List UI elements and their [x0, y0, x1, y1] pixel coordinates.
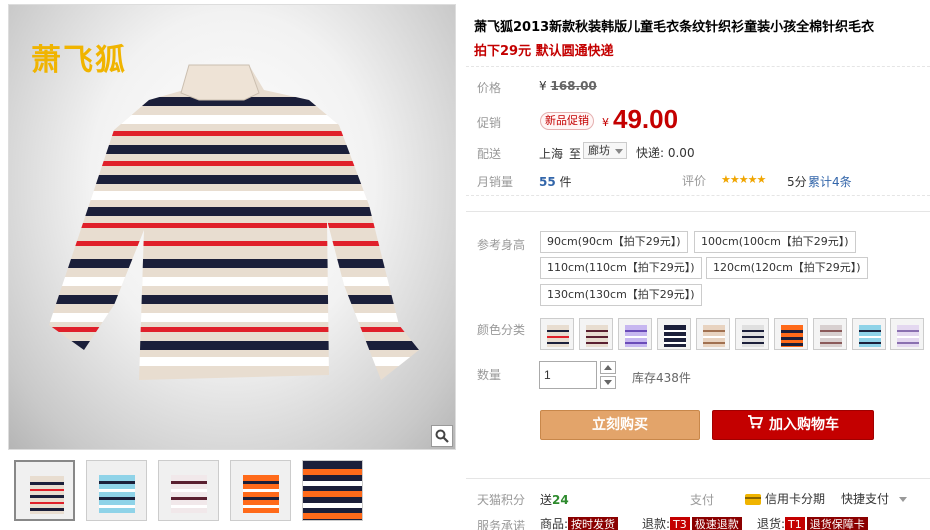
zoom-icon[interactable]: [431, 425, 453, 447]
pay-label: 支付: [690, 493, 715, 507]
price-label: 价格: [477, 81, 502, 95]
points-value: 24: [552, 493, 569, 507]
brand-logo: 萧飞狐: [31, 43, 127, 78]
refund-label: 退款:: [642, 517, 671, 530]
thumbnail-4[interactable]: [230, 460, 291, 521]
add-to-cart-button[interactable]: 加入购物车: [712, 410, 874, 440]
service-return: 退货: T1 退货保障卡: [757, 515, 870, 530]
divider: [466, 211, 930, 212]
quick-pay-dropdown[interactable]: 快捷支付: [841, 490, 908, 507]
credit-installment[interactable]: 信用卡分期: [745, 490, 825, 507]
size-option-120[interactable]: 120cm(120cm【拍下29元】): [706, 257, 868, 279]
delivery-to-word: 至: [569, 147, 582, 161]
delivery-label: 配送: [477, 147, 502, 161]
goods-label: 商品:: [540, 517, 569, 530]
points-label: 天猫积分: [477, 493, 526, 507]
size-label: 参考身高: [477, 238, 526, 252]
return-label: 退货:: [757, 517, 786, 530]
credit-installment-label: 信用卡分期: [765, 492, 826, 506]
return-code-badge: T1: [785, 517, 805, 530]
monthly-sales-label: 月销量: [477, 175, 514, 189]
return-guarantee-badge[interactable]: 退货保障卡: [806, 517, 868, 530]
size-option-100[interactable]: 100cm(100cm【拍下29元】): [694, 231, 856, 253]
thumbnail-strip: [14, 460, 363, 521]
color-swatch-4[interactable]: [657, 318, 691, 350]
quantity-input[interactable]: [539, 361, 597, 389]
quantity-decrease-button[interactable]: [600, 376, 616, 389]
product-title: 萧飞狐2013新款秋装韩版儿童毛衣条纹针织衫童装小孩全棉针织毛衣: [474, 20, 875, 35]
cart-icon: [747, 411, 764, 439]
points-prefix: 送: [540, 493, 553, 507]
credit-card-icon: [745, 494, 761, 505]
points: 送24: [540, 491, 569, 508]
delivery-from: 上海: [539, 147, 564, 161]
sales-count: 55: [539, 175, 556, 189]
size-option-110[interactable]: 110cm(110cm【拍下29元】): [540, 257, 702, 279]
add-to-cart-label: 加入购物车: [769, 417, 839, 433]
service-label: 服务承诺: [477, 519, 526, 530]
rating-stars-icon: ★★★★★: [721, 173, 766, 186]
original-price: ¥ 168.00: [539, 79, 597, 93]
original-price-value: 168.00: [550, 79, 597, 93]
thumbnail-3[interactable]: [158, 460, 219, 521]
promo-label: 促销: [477, 116, 502, 130]
quick-pay-label: 快捷支付: [841, 492, 890, 506]
color-swatch-7[interactable]: [774, 318, 808, 350]
on-time-ship-badge[interactable]: 按时发货: [568, 517, 619, 530]
thumbnail-2[interactable]: [86, 460, 147, 521]
promo-currency: ¥: [602, 116, 609, 129]
color-swatch-8[interactable]: [813, 318, 847, 350]
express-fee: 快递: 0.00: [636, 146, 695, 160]
chevron-down-icon: [604, 380, 612, 385]
color-swatch-3[interactable]: [618, 318, 652, 350]
size-option-130[interactable]: 130cm(130cm【拍下29元】): [540, 284, 702, 306]
promo-price: 49.00: [613, 104, 679, 134]
service-refund: 退款: T3 极速退款: [642, 515, 744, 530]
sales-unit: 件: [559, 175, 572, 189]
monthly-sales: 55 件: [539, 173, 572, 190]
thumbnail-5[interactable]: [302, 460, 363, 521]
color-swatch-10[interactable]: [890, 318, 924, 350]
main-product-image[interactable]: 萧飞狐: [8, 4, 456, 450]
thumbnail-1[interactable]: [14, 460, 75, 521]
buy-now-button[interactable]: 立刻购买: [540, 410, 700, 440]
rating-score: 5分: [787, 175, 807, 189]
chevron-up-icon: [604, 365, 612, 370]
chevron-down-icon: [615, 149, 623, 154]
fast-refund-badge[interactable]: 极速退款: [691, 517, 742, 530]
chevron-down-icon: [899, 497, 908, 502]
color-swatch-9[interactable]: [852, 318, 886, 350]
stock-count: 库存438件: [632, 371, 691, 385]
color-label: 颜色分类: [477, 323, 526, 337]
quantity-increase-button[interactable]: [600, 361, 616, 374]
city-select-value: 廊坊: [588, 144, 610, 157]
city-select[interactable]: 廊坊: [583, 142, 627, 159]
color-swatch-6[interactable]: [735, 318, 769, 350]
product-subtitle: 拍下29元 默认圆通快递: [474, 44, 614, 59]
quantity-label: 数量: [477, 368, 502, 382]
review-count-link[interactable]: 累计4条: [808, 173, 852, 190]
color-swatch-2[interactable]: [579, 318, 613, 350]
color-swatch-1[interactable]: [540, 318, 574, 350]
rating-label: 评价: [682, 174, 707, 188]
color-swatch-5[interactable]: [696, 318, 730, 350]
promo-badge: 新品促销: [540, 112, 594, 130]
refund-code-badge: T3: [670, 517, 690, 530]
service-goods: 商品: 按时发货: [540, 515, 620, 530]
size-option-90[interactable]: 90cm(90cm【拍下29元】): [540, 231, 688, 253]
currency-symbol: ¥: [539, 79, 547, 93]
